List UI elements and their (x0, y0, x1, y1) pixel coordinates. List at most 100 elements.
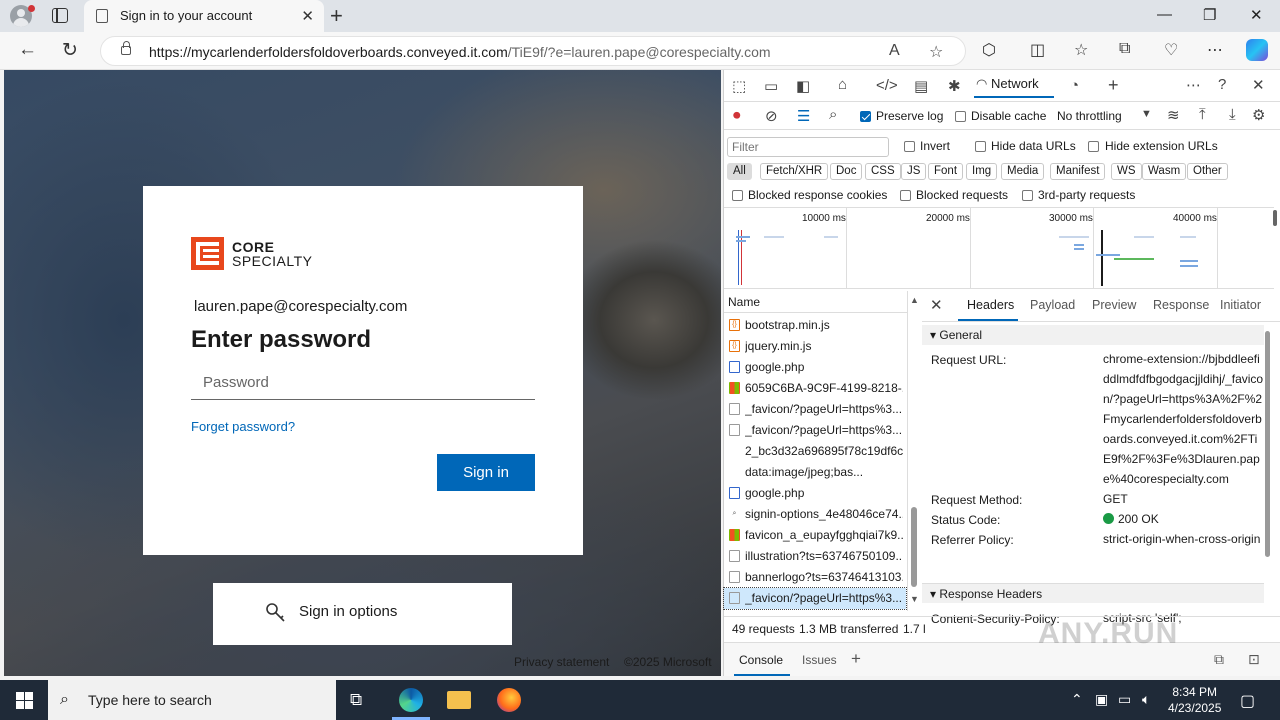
tab-actions-icon[interactable] (52, 8, 68, 23)
scroll-up-icon[interactable]: ▲ (910, 295, 919, 305)
request-row[interactable]: {} bootstrap.min.js (724, 315, 906, 336)
tab-preview[interactable]: Preview (1092, 298, 1136, 312)
type-filter-js[interactable]: JS (901, 163, 927, 180)
filter-input[interactable] (727, 137, 889, 157)
request-row[interactable]: data:image/jpeg;bas... (724, 462, 906, 483)
type-filter-img[interactable]: Img (966, 163, 998, 180)
tab-network[interactable]: ◠ Network (976, 76, 1039, 92)
request-row[interactable]: 2_bc3d32a696895f78c19df6c... (724, 441, 906, 462)
request-row[interactable]: 6059C6BA-9C9F-4199-8218-... (724, 378, 906, 399)
extensions-icon[interactable]: ⬡ (982, 40, 996, 60)
name-column-header[interactable]: Name ▲ (724, 291, 919, 313)
blocked-requests-checkbox[interactable] (900, 190, 911, 201)
windows-start-icon[interactable] (16, 692, 33, 709)
more-tools-icon[interactable]: ⋯ (1186, 76, 1201, 94)
read-aloud-icon[interactable]: A (889, 42, 900, 60)
tray-device-icon[interactable]: ▣ (1095, 691, 1108, 708)
help-icon[interactable]: ? (1218, 76, 1226, 93)
type-filter-font[interactable]: Font (928, 163, 964, 180)
welcome-home-icon[interactable]: ⌂ (838, 76, 847, 93)
console-icon[interactable]: ▤ (914, 77, 928, 95)
tab-payload[interactable]: Payload (1030, 298, 1075, 312)
browser-essentials-icon[interactable]: ♡ (1164, 40, 1178, 60)
settings-more-icon[interactable]: ⋯ (1207, 40, 1223, 60)
invert-checkbox[interactable] (904, 141, 915, 152)
record-stop-icon[interactable]: ⏺ (733, 107, 741, 124)
details-scrollbar[interactable] (1265, 331, 1270, 557)
dock-side-icon[interactable]: ◧ (796, 77, 810, 95)
privacy-statement-link[interactable]: Privacy statement (514, 655, 609, 669)
collections-icon[interactable]: ⧉ (1119, 40, 1130, 58)
search-icon[interactable]: ⌕ (829, 106, 837, 123)
request-row[interactable]: bannerlogo?ts=63746413103... (724, 567, 906, 588)
general-section-header[interactable]: ▾ General (922, 325, 1264, 345)
type-filter-css[interactable]: CSS (865, 163, 901, 180)
hide-extension-urls-checkbox[interactable] (1088, 141, 1099, 152)
add-panel-icon[interactable]: + (1108, 75, 1119, 96)
request-row[interactable]: _favicon/?pageUrl=https%3... (723, 587, 907, 610)
network-settings-gear-icon[interactable]: ⚙ (1252, 106, 1265, 124)
disable-cache-checkbox[interactable] (955, 111, 966, 122)
network-overview-timeline[interactable]: 10000 ms 20000 ms 30000 ms 40000 ms (724, 207, 1274, 289)
file-explorer-icon[interactable] (447, 691, 471, 709)
tab-headers[interactable]: Headers (967, 298, 1014, 312)
type-filter-ws[interactable]: WS (1111, 163, 1142, 180)
restore-icon[interactable]: ❐ (1203, 6, 1216, 24)
request-row[interactable]: google.php (724, 483, 906, 504)
export-har-icon[interactable]: ⤓ (1229, 106, 1236, 123)
split-screen-icon[interactable]: ◫ (1030, 40, 1045, 60)
close-devtools-icon[interactable]: ✕ (1252, 76, 1265, 94)
browser-tab-active[interactable]: Sign in to your account ✕ (84, 0, 324, 32)
taskbar-search-box[interactable]: ⌕ Type here to search (48, 680, 336, 720)
type-filter-doc[interactable]: Doc (830, 163, 863, 180)
filter-icon[interactable]: ☰ (797, 107, 810, 125)
tray-overflow-chevron-icon[interactable]: ⌃ (1071, 691, 1083, 708)
third-party-requests-checkbox[interactable] (1022, 190, 1033, 201)
edge-taskbar-icon[interactable] (399, 688, 423, 712)
request-row[interactable]: favicon_a_eupayfgghqiai7k9... (724, 525, 906, 546)
minimize-icon[interactable]: — (1157, 6, 1172, 23)
volume-icon[interactable]: 🔈︎ (1142, 691, 1150, 708)
import-har-icon[interactable]: ⤒ (1199, 106, 1206, 123)
taskbar-clock[interactable]: 8:34 PM 4/23/2025 (1168, 684, 1221, 716)
clear-icon[interactable]: ⊘ (765, 107, 778, 125)
request-row[interactable]: _favicon/?pageUrl=https%3... (724, 399, 906, 420)
request-list-scrollbar[interactable] (911, 507, 917, 587)
request-row[interactable]: _favicon/?pageUrl=https%3... (724, 420, 906, 441)
request-row[interactable]: {} jquery.min.js (724, 336, 906, 357)
network-conditions-icon[interactable]: ≋ (1167, 106, 1180, 124)
sources-bug-icon[interactable]: ✱ (948, 77, 961, 95)
network-tray-icon[interactable]: ▭ (1118, 691, 1131, 708)
timeline-scroll-handle[interactable] (1273, 210, 1277, 226)
sign-in-button[interactable]: Sign in (437, 454, 535, 491)
hide-data-urls-checkbox[interactable] (975, 141, 986, 152)
request-row[interactable]: illustration?ts=63746750109... (724, 546, 906, 567)
performance-icon[interactable]: ◔ (1070, 77, 1079, 94)
response-headers-section-header[interactable]: ▾ Response Headers (922, 583, 1264, 603)
back-icon[interactable]: ← (18, 39, 37, 61)
inspect-element-icon[interactable]: ⬚ (732, 77, 746, 95)
new-tab-icon[interactable]: + (330, 3, 343, 29)
tab-response[interactable]: Response (1153, 298, 1209, 312)
address-bar[interactable]: https://mycarlenderfoldersfoldoverboards… (100, 36, 966, 66)
type-filter-other[interactable]: Other (1187, 163, 1228, 180)
forgot-password-link[interactable]: Forget password? (191, 419, 295, 434)
copilot-icon[interactable] (1246, 39, 1268, 61)
type-filter-manifest[interactable]: Manifest (1050, 163, 1106, 180)
tab-initiator[interactable]: Initiator (1220, 298, 1261, 312)
task-view-icon[interactable]: ⧉ (350, 690, 362, 710)
password-input[interactable] (191, 366, 535, 400)
type-filter-wasm[interactable]: Wasm (1142, 163, 1187, 180)
favorite-star-icon[interactable]: ☆ (929, 42, 943, 62)
favorites-icon[interactable]: ☆ (1074, 40, 1088, 60)
scroll-down-icon[interactable]: ▼ (910, 594, 919, 604)
window-close-icon[interactable]: ✕ (1250, 6, 1263, 24)
add-drawer-tab-icon[interactable]: + (851, 649, 861, 669)
type-filter-media[interactable]: Media (1001, 163, 1045, 180)
device-emulation-icon[interactable]: ▭ (764, 77, 778, 95)
drawer-tab-console[interactable]: Console (739, 653, 783, 667)
notifications-icon[interactable]: ▢ (1240, 691, 1255, 711)
url-text[interactable]: https://mycarlenderfoldersfoldoverboards… (149, 44, 771, 60)
request-row[interactable]: google.php (724, 357, 906, 378)
sign-in-options-button[interactable]: Sign in options (213, 583, 512, 645)
